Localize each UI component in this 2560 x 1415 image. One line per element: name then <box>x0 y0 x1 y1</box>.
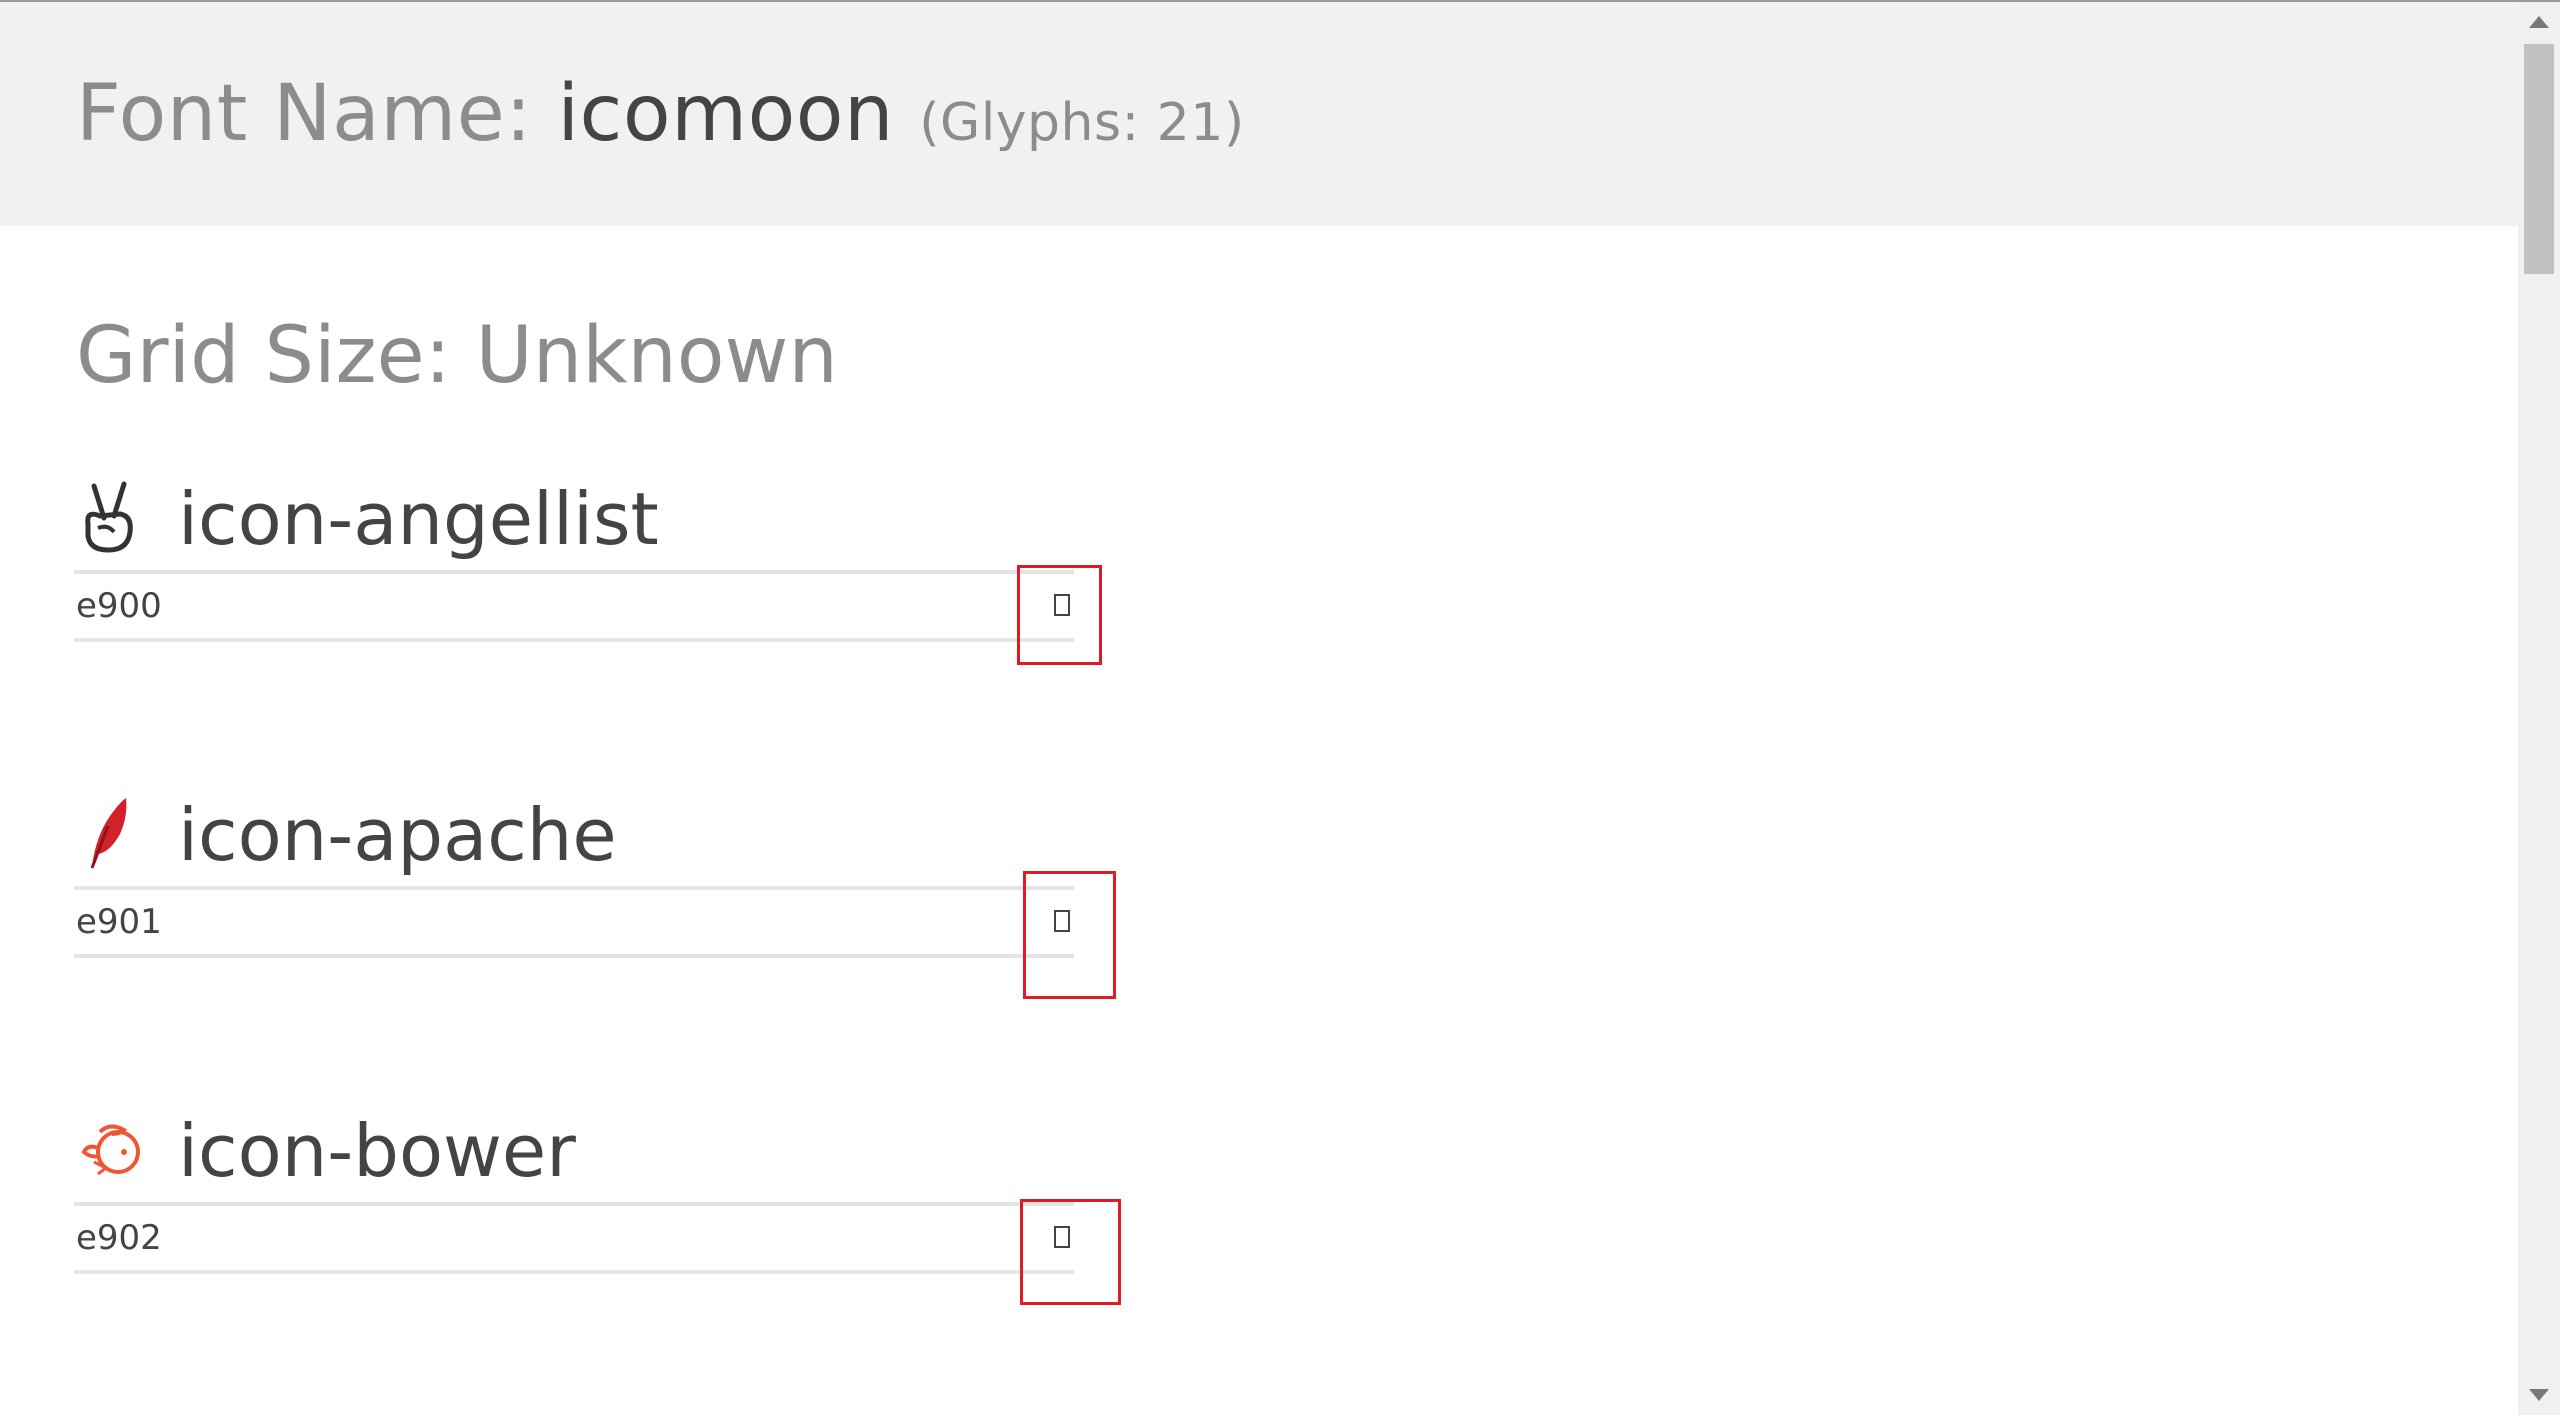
glyph-code: e902 <box>76 1218 162 1258</box>
header-title: Font Name: icomoon (Glyphs: 21) <box>76 64 1245 173</box>
page: Font Name: icomoon (Glyphs: 21) Grid Siz… <box>0 0 2560 1415</box>
glyph-code-field[interactable]: e900 <box>74 570 1074 642</box>
glyph-item: icon-angellist e900 <box>74 477 1124 680</box>
glyph-code-field[interactable]: e902 <box>74 1202 1074 1274</box>
vertical-scrollbar[interactable] <box>2518 2 2560 1415</box>
apache-feather-icon <box>80 796 150 876</box>
highlight-box <box>1020 1199 1121 1305</box>
highlight-box <box>1017 565 1102 665</box>
chevron-up-icon <box>2529 16 2549 28</box>
glyph-name: icon-apache <box>178 793 617 877</box>
glyph-item: icon-apache e901 <box>74 793 1124 996</box>
font-header: Font Name: icomoon (Glyphs: 21) <box>0 2 2518 226</box>
scroll-down-button[interactable] <box>2518 1375 2560 1415</box>
bower-icon <box>80 1112 150 1192</box>
glyph-code: e901 <box>76 902 162 942</box>
font-name: icomoon <box>557 69 894 159</box>
scroll-thumb[interactable] <box>2524 44 2554 274</box>
glyph-item: icon-bower e902 <box>74 1109 1124 1312</box>
font-name-label: Font Name: <box>76 69 533 159</box>
highlight-box <box>1023 871 1116 999</box>
glyph-code: e900 <box>76 586 162 626</box>
glyph-code-field[interactable]: e901 <box>74 886 1074 958</box>
glyph-count: (Glyphs: 21) <box>919 93 1245 153</box>
grid-size-heading: Grid Size: Unknown <box>76 311 838 401</box>
angellist-icon <box>80 480 150 560</box>
glyph-name: icon-bower <box>178 1109 576 1193</box>
scroll-up-button[interactable] <box>2518 2 2560 42</box>
glyph-name: icon-angellist <box>178 477 659 561</box>
chevron-down-icon <box>2529 1389 2549 1401</box>
